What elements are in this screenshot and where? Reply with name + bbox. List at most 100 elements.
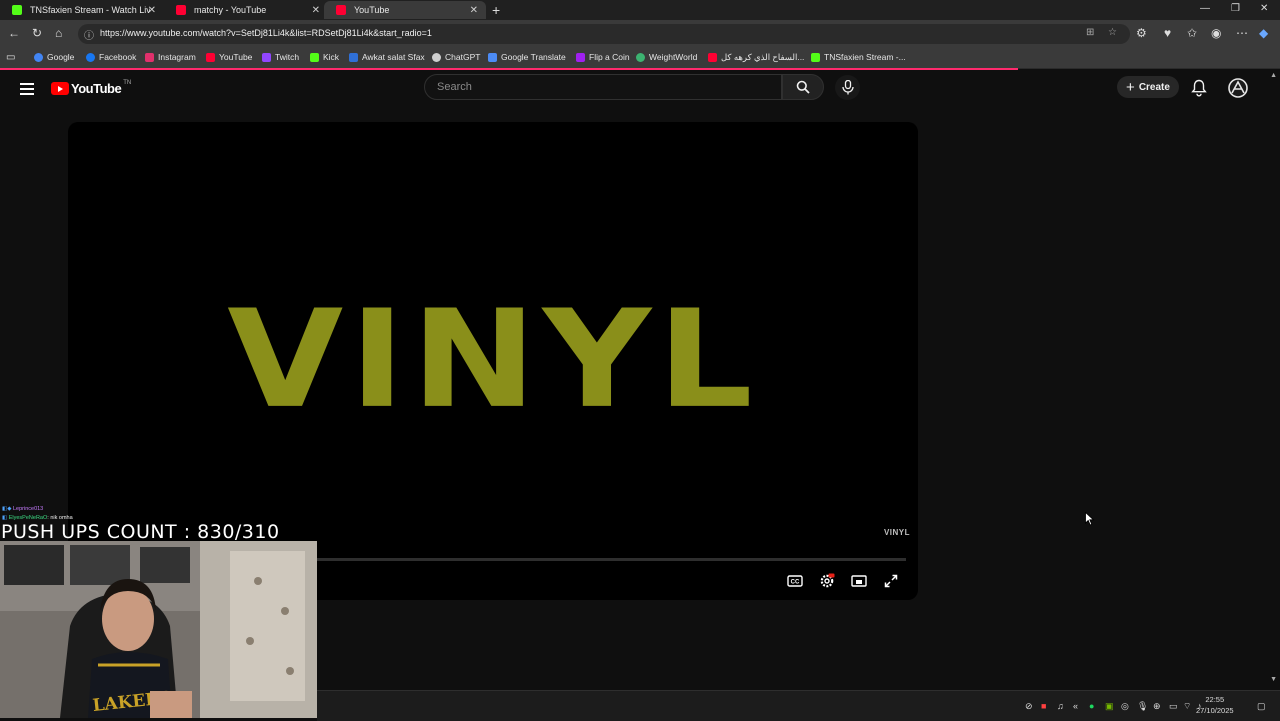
bookmark-arabic-video[interactable]: السفاح الذي كرهه كل... <box>708 52 804 63</box>
new-tab-button[interactable]: + <box>492 2 500 18</box>
reading-view-icon[interactable]: ▭ <box>6 52 15 63</box>
microphone-icon <box>842 80 854 95</box>
chat-username: Leprince013 <box>12 506 44 512</box>
instagram-icon <box>145 52 154 62</box>
kick-icon <box>310 52 319 62</box>
restore-button[interactable]: ❐ <box>1231 3 1240 14</box>
bookmark-awkat-salat[interactable]: Awkat salat Sfax <box>349 52 425 62</box>
tray-monitor-icon[interactable]: ▭ <box>1169 701 1178 712</box>
tab-title: matchy - YouTube <box>194 5 267 15</box>
kick-icon <box>811 52 820 62</box>
bookmark-label: السفاح الذي كرهه كل... <box>721 52 805 62</box>
translate-icon <box>488 52 497 62</box>
bookmark-label: Facebook <box>99 52 137 62</box>
address-bar[interactable]: ⓘ https://www.youtube.com/watch?v=SetDj8… <box>78 24 1130 44</box>
search-input[interactable] <box>435 80 769 94</box>
bookmark-tnsfaxien[interactable]: TNSfaxien Stream -... <box>811 52 906 62</box>
youtube-logo[interactable]: YouTube TN <box>51 80 131 96</box>
tray-arrow-icon[interactable]: « <box>1073 701 1078 711</box>
plus-icon: + <box>1126 78 1135 96</box>
site-info-icon[interactable]: ⓘ <box>84 27 94 42</box>
kick-icon <box>12 5 22 15</box>
close-tab-icon[interactable]: ✕ <box>148 5 156 16</box>
close-tab-icon[interactable]: ✕ <box>312 5 320 16</box>
browser-tab-kick[interactable]: TNSfaxien Stream - Watch Live on ✕ <box>0 1 164 19</box>
favorite-star-icon[interactable]: ☆ <box>1108 27 1117 38</box>
bookmark-label: TNSfaxien Stream -... <box>824 52 906 62</box>
notifications-bell-icon[interactable] <box>1191 79 1207 97</box>
home-icon[interactable]: ⌂ <box>55 26 62 40</box>
video-watermark: VINYL <box>883 528 910 537</box>
youtube-icon <box>176 5 186 15</box>
app-available-icon[interactable]: ⊞ <box>1086 27 1094 38</box>
bookmark-youtube[interactable]: YouTube <box>206 52 252 62</box>
bookmark-kick[interactable]: Kick <box>310 52 339 62</box>
twitch-icon <box>262 52 271 62</box>
copilot-icon[interactable]: ◆ <box>1259 26 1268 40</box>
account-avatar-icon[interactable] <box>1228 78 1248 98</box>
tray-steam-icon[interactable]: ◎ <box>1121 701 1129 712</box>
address-bar-row: ← ↻ ⌂ ⓘ https://www.youtube.com/watch?v=… <box>0 20 1280 48</box>
favorites-icon[interactable]: ✩ <box>1187 26 1197 40</box>
scroll-down-arrow[interactable]: ▼ <box>1270 676 1277 683</box>
clock-date: 27/10/2025 <box>1196 706 1234 715</box>
browser-tab-matchy[interactable]: matchy - YouTube ✕ <box>164 1 328 19</box>
browser-tab-youtube[interactable]: YouTube ✕ <box>324 1 486 19</box>
taskbar-clock[interactable]: 22:55 27/10/2025 <box>1196 694 1234 716</box>
bookmark-label: Flip a Coin <box>589 52 630 62</box>
youtube-play-icon <box>51 82 69 95</box>
more-menu-icon[interactable]: ⋯ <box>1236 26 1248 40</box>
fullscreen-icon[interactable] <box>883 573 899 589</box>
bookmark-google[interactable]: Google <box>34 52 74 62</box>
settings-gear-icon[interactable] <box>819 573 835 589</box>
tray-mic-icon[interactable]: 🎙 <box>1137 701 1148 712</box>
webcam-image: LAKERS <box>0 541 317 718</box>
extensions-icon[interactable]: ⚙ <box>1136 26 1147 40</box>
bookmark-instagram[interactable]: Instagram <box>145 52 196 62</box>
svg-text:CC: CC <box>791 580 800 586</box>
scroll-up-arrow[interactable]: ▲ <box>1270 72 1277 79</box>
url-text[interactable]: https://www.youtube.com/watch?v=SetDj81L… <box>100 28 432 38</box>
tray-nvidia-icon[interactable]: ▣ <box>1105 701 1114 712</box>
back-icon[interactable]: ← <box>8 26 20 40</box>
bookmark-facebook[interactable]: Facebook <box>86 52 136 62</box>
bookmark-twitch[interactable]: Twitch <box>262 52 299 62</box>
video-title-art: VINYL <box>227 281 759 439</box>
menu-icon[interactable] <box>20 83 34 98</box>
close-tab-icon[interactable]: ✕ <box>470 5 478 16</box>
tray-spotify-icon[interactable]: ● <box>1089 701 1094 711</box>
minimize-button[interactable]: — <box>1200 3 1210 14</box>
search-button[interactable] <box>782 74 824 100</box>
search-box[interactable] <box>424 74 782 100</box>
bookmark-label: YouTube <box>219 52 253 62</box>
facebook-icon <box>86 52 95 62</box>
voice-search-button[interactable] <box>835 75 860 100</box>
browser-tab-bar: TNSfaxien Stream - Watch Live on ✕ match… <box>0 0 1280 20</box>
tray-app-icon[interactable]: ⊘ <box>1025 701 1033 712</box>
windows-taskbar: ⊘ ■ ♫ « ● ▣ ◎ 🎙 ⊕ ▭ ⌔ ♪ ▢ <box>317 690 1280 721</box>
bookmark-label: ChatGPT <box>445 52 481 62</box>
bookmark-chatgpt[interactable]: ChatGPT <box>432 52 480 62</box>
refresh-icon[interactable]: ↻ <box>32 26 42 40</box>
close-window-button[interactable]: ✕ <box>1260 3 1268 14</box>
bookmark-label: Google Translate <box>501 52 566 62</box>
captions-icon[interactable]: CC <box>787 573 803 589</box>
bookmark-google-translate[interactable]: Google Translate <box>488 52 566 62</box>
browser-essentials-icon[interactable]: ♥ <box>1164 26 1171 40</box>
bookmark-label: Twitch <box>275 52 300 62</box>
tray-record-icon[interactable]: ■ <box>1041 701 1046 711</box>
bookmark-weightworld[interactable]: WeightWorld <box>636 52 697 62</box>
tab-title: YouTube <box>354 5 390 15</box>
youtube-icon <box>708 53 717 62</box>
google-icon <box>34 52 43 62</box>
profile-icon[interactable]: ◉ <box>1211 26 1221 40</box>
tray-network-icon[interactable]: ⊕ <box>1153 701 1161 712</box>
tray-headset-icon[interactable]: ♫ <box>1057 701 1064 711</box>
bookmark-label: Instagram <box>158 52 196 62</box>
notification-center-icon[interactable]: ▢ <box>1257 701 1266 712</box>
create-button[interactable]: + Create <box>1117 76 1179 98</box>
bookmark-flip-a-coin[interactable]: Flip a Coin <box>576 52 630 62</box>
tray-wifi-icon[interactable]: ⌔ <box>1183 701 1191 712</box>
miniplayer-icon[interactable] <box>851 573 867 589</box>
search-icon <box>796 80 810 94</box>
